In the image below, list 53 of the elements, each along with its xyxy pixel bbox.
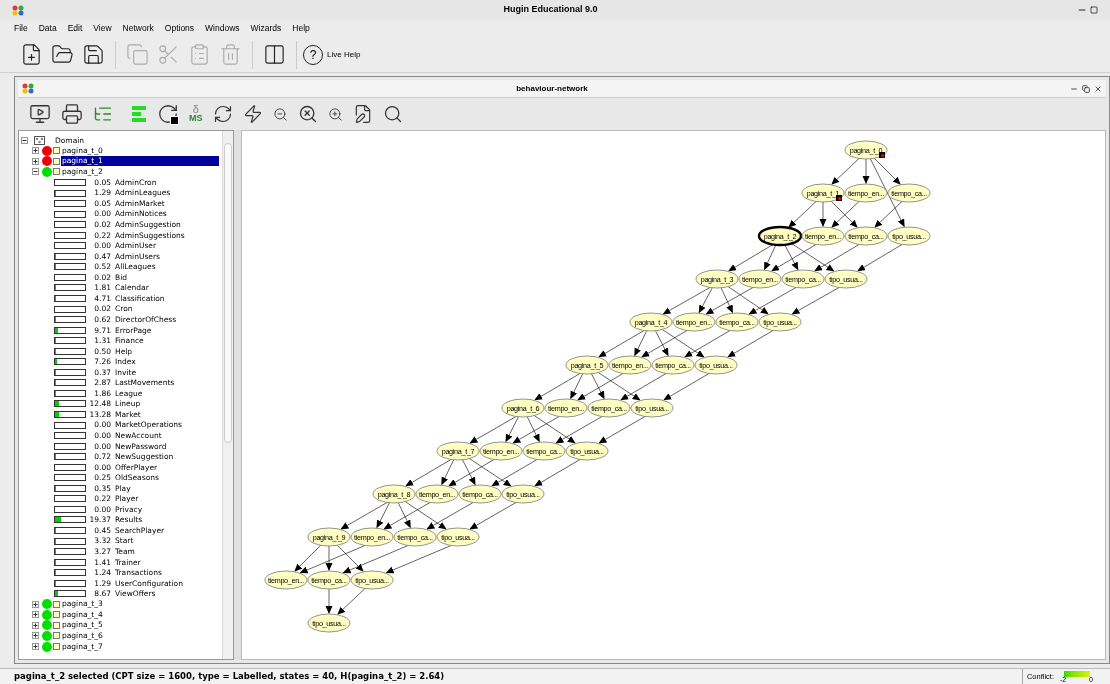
status-message: pagina_t_2 selected (CPT size = 1600, type = Labelled, states = 40, H(pagina_t_2) = 2.64) — [13, 670, 446, 683]
menu-item[interactable]: View — [93, 22, 112, 35]
split-panes-icon[interactable] — [263, 43, 286, 66]
app-icon — [12, 4, 24, 16]
expand-icon[interactable] — [32, 147, 39, 155]
window-view-icon[interactable] — [29, 103, 51, 125]
node-square-icon — [53, 157, 60, 165]
document-title: behaviour-network — [515, 82, 589, 95]
scroll-thumb[interactable] — [224, 143, 232, 443]
lightning-icon[interactable] — [242, 104, 263, 124]
menu-item[interactable]: Edit — [67, 22, 83, 35]
max-propagation-button[interactable]: δ MS — [189, 105, 203, 123]
propagate-icon[interactable] — [157, 103, 179, 125]
node-square-icon — [53, 600, 60, 608]
node-square-icon — [53, 632, 60, 640]
scrollbar[interactable] — [222, 131, 233, 659]
zoom-out-icon[interactable] — [272, 106, 288, 122]
node-square-icon — [53, 147, 60, 155]
refresh-icon[interactable] — [212, 104, 233, 124]
folder-icon[interactable] — [51, 43, 74, 66]
search-icon[interactable] — [382, 104, 403, 124]
document-icon — [22, 83, 34, 94]
menu-item[interactable]: Wizards — [250, 22, 282, 35]
node-square-icon — [53, 168, 60, 176]
restore-icon[interactable] — [1082, 84, 1090, 93]
node-square-icon — [53, 611, 60, 619]
window-title: Hugin Educational 9.0 — [502, 3, 599, 17]
expand-icon[interactable] — [32, 621, 39, 629]
restore-icon[interactable] — [1090, 6, 1098, 14]
node-square-icon — [53, 621, 60, 629]
save-icon[interactable] — [82, 43, 105, 66]
node-square-icon — [53, 643, 60, 650]
new-file-icon[interactable] — [20, 43, 43, 66]
expand-icon[interactable] — [32, 611, 39, 619]
expand-icon[interactable] — [32, 632, 39, 640]
zoom-fit-icon[interactable] — [297, 104, 318, 124]
collapse-icon[interactable] — [32, 168, 39, 176]
menu-item[interactable]: Help — [292, 22, 310, 35]
menu-item[interactable]: Options — [164, 22, 195, 35]
domain-icon — [34, 135, 45, 145]
expand-icon[interactable] — [32, 157, 39, 165]
menu-item[interactable]: Data — [38, 22, 57, 35]
collapse-icon[interactable] — [21, 136, 28, 144]
conflict-meter — [1064, 671, 1090, 677]
menu-item[interactable]: Network — [122, 22, 154, 35]
zoom-in-icon[interactable] — [327, 106, 343, 122]
menu-item[interactable]: File — [14, 22, 28, 35]
expand-icon[interactable] — [32, 643, 39, 650]
live-help-button[interactable]: ? Live Help — [303, 44, 361, 65]
close-icon[interactable] — [1094, 84, 1102, 93]
print-icon[interactable] — [61, 103, 83, 125]
expand-icon[interactable] — [32, 600, 39, 608]
menu-item[interactable]: Windows — [205, 22, 240, 35]
